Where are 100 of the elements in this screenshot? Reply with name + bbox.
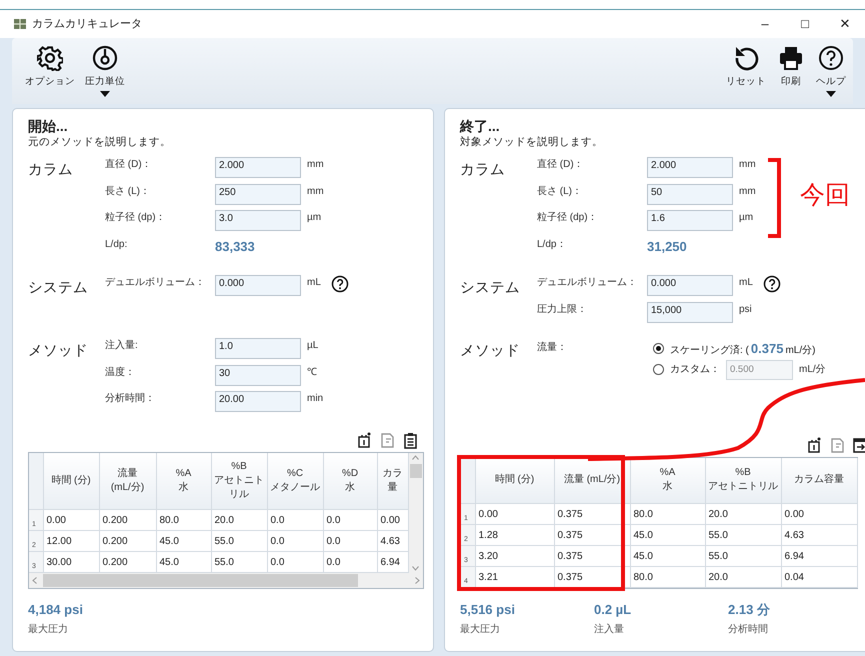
gear-button[interactable]: オプション xyxy=(22,42,78,96)
input-field[interactable]: 250 xyxy=(215,184,301,204)
table-cell: 0.375 xyxy=(554,546,630,566)
group-heading: システム xyxy=(460,279,521,298)
group-heading: メソッド xyxy=(28,342,89,361)
copy-icon xyxy=(379,432,396,448)
input-field[interactable]: 2.000 xyxy=(215,157,301,178)
input-field[interactable]: 1.6 xyxy=(647,210,733,231)
scroll-thumb[interactable] xyxy=(43,574,358,587)
print-button[interactable]: 印刷 xyxy=(775,42,807,96)
table-cell: 0.0 xyxy=(323,510,377,530)
table-cell: 20.0 xyxy=(705,504,781,524)
field-label: 粒子径 (dp)： xyxy=(105,211,167,225)
table-cell: 45.0 xyxy=(156,530,211,552)
unit-label: mL xyxy=(307,276,321,290)
table-cell: 80.0 xyxy=(156,510,211,530)
horizontal-scrollbar[interactable] xyxy=(29,573,423,588)
close-button[interactable]: ✕ xyxy=(825,10,865,38)
column-header[interactable]: 時間 (分) xyxy=(43,452,99,510)
field-label: 直径 (D)： xyxy=(537,158,585,172)
scroll-left-icon xyxy=(32,577,37,584)
maximize-button[interactable]: □ xyxy=(785,10,825,38)
column-header[interactable]: 時間 (分) xyxy=(475,458,554,504)
column-header[interactable]: %B アセトニトリル xyxy=(705,458,781,504)
group-heading: カラム xyxy=(460,161,506,180)
table-cell: 0.00 xyxy=(475,504,554,524)
table-cell: 55.0 xyxy=(705,524,781,546)
panel-description: 対象メソッドを説明します。 xyxy=(460,135,604,149)
summary-value: 4,184 psi xyxy=(28,601,84,618)
input-field[interactable]: 1.0 xyxy=(215,338,301,359)
table-cell: 45.0 xyxy=(630,524,705,546)
unit-label: psi xyxy=(739,302,752,316)
field-label: デュエルボリューム： xyxy=(105,276,206,290)
column-header[interactable]: カラム容量 xyxy=(781,458,857,504)
radio-button[interactable] xyxy=(653,343,664,354)
panel-description: 元のメソッドを説明します。 xyxy=(28,135,172,149)
help-button[interactable]: ヘルプ xyxy=(813,42,849,96)
unit-label: mm xyxy=(739,158,756,172)
group-heading: メソッド xyxy=(460,342,521,361)
window-title: カラムカリキュレータ xyxy=(32,16,142,32)
computed-value: 31,250 xyxy=(647,238,687,256)
input-field[interactable]: 50 xyxy=(647,184,733,204)
column-header[interactable]: %C メタノール xyxy=(267,452,323,510)
table-cell: 0.00 xyxy=(377,510,408,530)
table-cell: 45.0 xyxy=(630,546,705,566)
column-header[interactable]: %A 水 xyxy=(156,452,211,510)
input-field[interactable]: 0.000 xyxy=(647,275,733,296)
column-header[interactable]: 流量 (mL/分) xyxy=(99,452,156,510)
table-cell: 0.0 xyxy=(323,530,377,552)
table-cell: 3.21 xyxy=(475,566,554,588)
input-field[interactable]: 30 xyxy=(215,364,301,386)
field-label: 直径 (D)： xyxy=(105,158,153,172)
table-cell: 0.375 xyxy=(554,566,630,588)
summary-label: 分析時間 xyxy=(728,622,769,637)
summary-value: 5,516 psi xyxy=(460,601,516,618)
gear-icon xyxy=(37,45,63,71)
radio-label: カスタム： xyxy=(670,363,720,377)
column-header[interactable]: %B アセトニトリル xyxy=(211,452,267,510)
column-header[interactable]: カラ量 xyxy=(377,452,408,510)
vertical-scrollbar[interactable] xyxy=(408,452,423,573)
table-cell: 0.0 xyxy=(267,530,323,552)
table-cell: 20.0 xyxy=(705,566,781,588)
table-cell: 1.28 xyxy=(475,524,554,546)
unit-label: mL xyxy=(739,276,753,290)
table-cell: 6.94 xyxy=(781,546,857,566)
table-cell: 80.0 xyxy=(630,566,705,588)
radio-label: スケーリング済: (0.375 mL/分) xyxy=(670,340,816,358)
scroll-down-icon xyxy=(412,566,420,571)
input-field[interactable]: 15,000 xyxy=(647,302,733,322)
panel-title: 終了... xyxy=(460,118,501,135)
table-cell: 20.0 xyxy=(211,510,267,530)
input-field[interactable]: 20.00 xyxy=(215,391,301,412)
table-cell: 3.20 xyxy=(475,546,554,566)
computed-value: 83,333 xyxy=(215,238,255,256)
table-cell: 0.00 xyxy=(43,510,99,530)
export-icon xyxy=(852,436,865,454)
field-label: L/dp： xyxy=(537,238,568,252)
scroll-right-icon xyxy=(415,577,420,584)
scroll-thumb[interactable] xyxy=(410,464,422,478)
field-label: 流量： xyxy=(537,340,568,355)
field-label: 粒子径 (dp)： xyxy=(537,211,599,225)
column-header[interactable]: %D 水 xyxy=(323,452,377,510)
table-cell: 0.200 xyxy=(99,530,156,552)
input-field[interactable]: 2.000 xyxy=(647,157,733,178)
column-header[interactable]: %A 水 xyxy=(630,458,705,504)
field-label: 長さ (L)： xyxy=(105,184,151,198)
minimize-button[interactable]: – xyxy=(745,10,785,38)
gauge-button[interactable]: 圧力単位 xyxy=(82,42,128,96)
field-label: 圧力上限： xyxy=(537,302,588,316)
field-label: 注入量: xyxy=(105,338,139,353)
unit-label: µm xyxy=(739,211,754,225)
group-heading: カラム xyxy=(28,161,74,180)
input-field[interactable]: 3.0 xyxy=(215,210,301,231)
reset-button[interactable]: リセット xyxy=(723,42,769,96)
input-field[interactable]: 0.000 xyxy=(215,275,301,296)
table-cell: 0.04 xyxy=(781,566,857,588)
summary-label: 最大圧力 xyxy=(460,622,501,637)
app-icon xyxy=(14,18,26,30)
printer-icon xyxy=(778,45,804,71)
annotation-text: 今回 xyxy=(800,183,850,208)
